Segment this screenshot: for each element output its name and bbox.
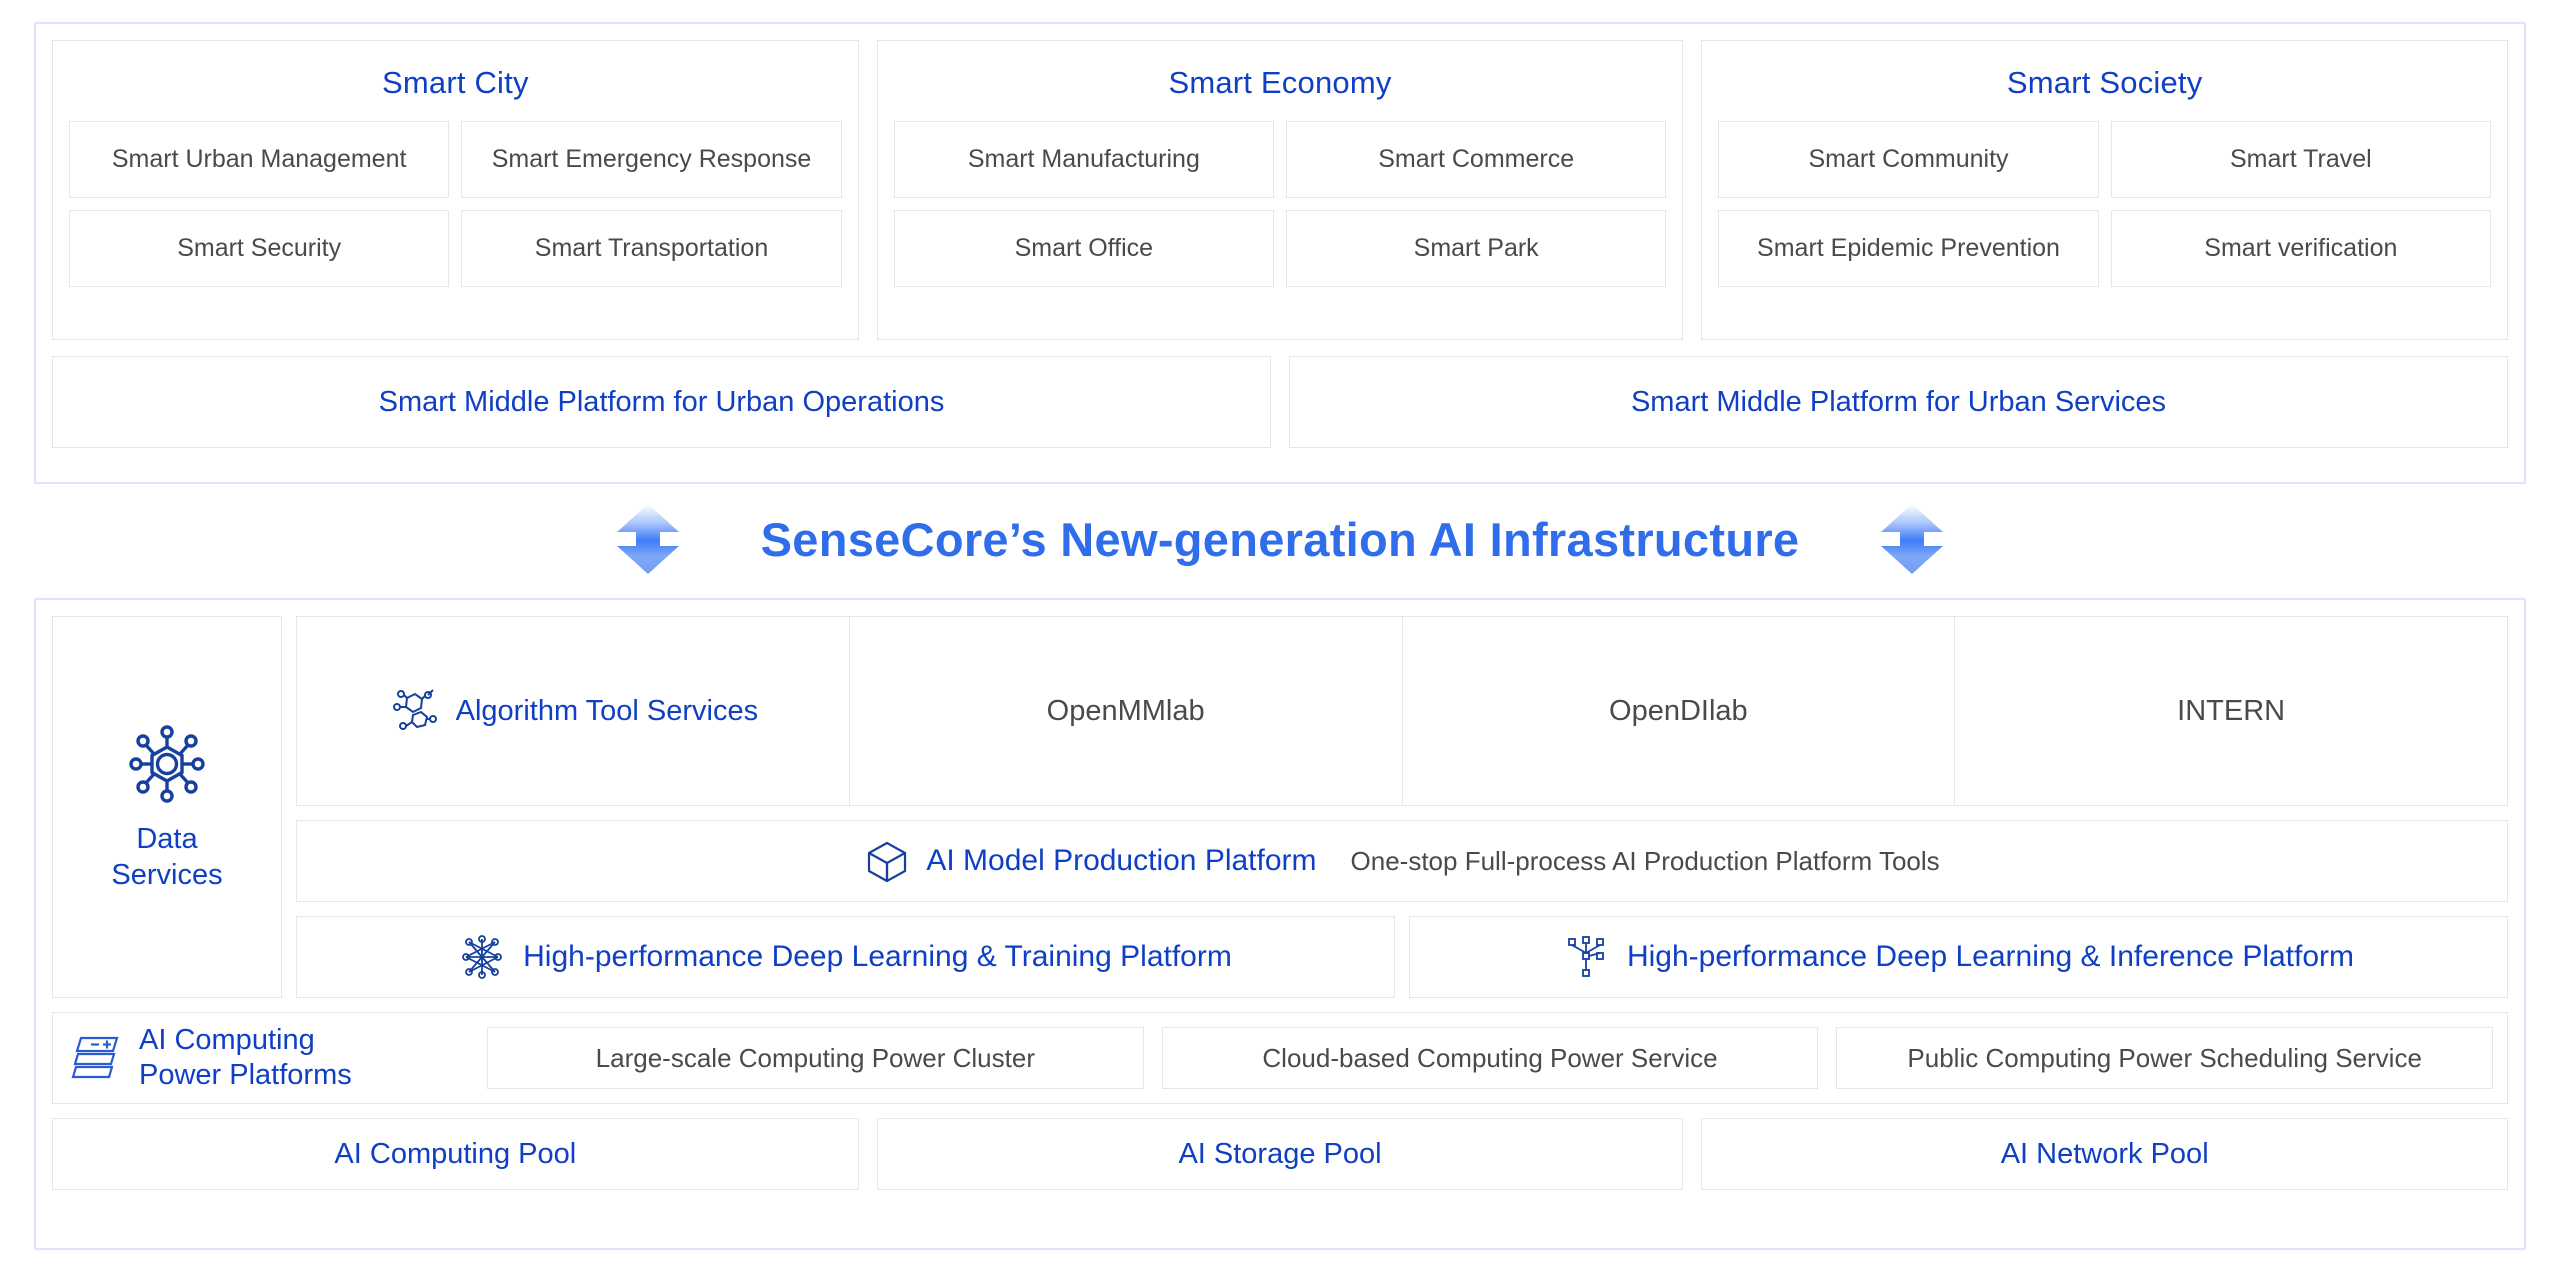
data-services-line2: Services (111, 859, 223, 891)
ai-computing-power-platforms-head: AI Computing Power Platforms (67, 1023, 467, 1093)
infrastructure-layer-panel: Data Services Algorithm Tool Services Op… (34, 598, 2526, 1250)
center-title-band: SenseCore’s New-generation AI Infrastruc… (0, 484, 2560, 594)
ai-network-pool[interactable]: AI Network Pool (1701, 1118, 2509, 1190)
opendilab-cell[interactable]: OpenDIlab (1401, 617, 1955, 805)
computing-power-cells: Large-scale Computing Power Cluster Clou… (487, 1027, 2494, 1089)
computing-power-cell[interactable]: Large-scale Computing Power Cluster (487, 1027, 1144, 1089)
deep-learning-inference-platform[interactable]: High-performance Deep Learning & Inferen… (1409, 916, 2508, 998)
data-services-label: Data Services (111, 821, 222, 894)
cube-icon (864, 838, 910, 884)
domain-cell-grid: Smart Urban Management Smart Emergency R… (69, 121, 842, 287)
domain-cell[interactable]: Smart Park (1286, 210, 1667, 287)
server-stack-icon (67, 1032, 123, 1084)
middle-platform-urban-operations[interactable]: Smart Middle Platform for Urban Operatio… (52, 356, 1271, 448)
domain-cell[interactable]: Smart Travel (2110, 121, 2492, 198)
molecule-icon (388, 685, 440, 737)
high-performance-platform-row: High-performance Deep Learning & Trainin… (296, 916, 2508, 998)
domain-cell[interactable]: Smart Urban Management (69, 121, 450, 198)
compute-head-line2: Power Platforms (139, 1059, 352, 1091)
neural-net-icon (459, 934, 505, 980)
ai-model-production-platform-title-group: AI Model Production Platform (864, 838, 1317, 884)
domain-card-smart-society[interactable]: Smart Society Smart Community Smart Trav… (1701, 40, 2509, 340)
algorithm-tool-services-label: Algorithm Tool Services (455, 694, 759, 727)
domain-cell-grid: Smart Manufacturing Smart Commerce Smart… (893, 121, 1667, 287)
architecture-diagram: Smart City Smart Urban Management Smart … (0, 0, 2560, 1272)
domain-cell[interactable]: Smart verification (2110, 210, 2492, 287)
ai-model-production-platform-row[interactable]: AI Model Production Platform One-stop Fu… (296, 820, 2508, 902)
domain-card-smart-economy[interactable]: Smart Economy Smart Manufacturing Smart … (876, 40, 1684, 340)
ai-computing-pool[interactable]: AI Computing Pool (52, 1118, 859, 1190)
intern-cell[interactable]: INTERN (1954, 617, 2507, 805)
infrastructure-stack: Algorithm Tool Services OpenMMlab OpenDI… (296, 616, 2508, 998)
algorithm-tools-row: Algorithm Tool Services OpenMMlab OpenDI… (296, 616, 2508, 806)
compute-head-line1: AI Computing (139, 1024, 315, 1057)
middle-platform-urban-services[interactable]: Smart Middle Platform for Urban Services (1289, 356, 2508, 448)
algorithm-tool-services-cell[interactable]: Algorithm Tool Services (297, 617, 849, 805)
openmmlab-cell[interactable]: OpenMMlab (848, 617, 1402, 805)
domain-cell[interactable]: Smart Commerce (1286, 121, 1667, 198)
domain-cell[interactable]: Smart Community (1718, 121, 2099, 198)
middle-platform-row: Smart Middle Platform for Urban Operatio… (52, 356, 2508, 448)
domain-row: Smart City Smart Urban Management Smart … (52, 40, 2509, 340)
resource-pool-row: AI Computing Pool AI Storage Pool AI Net… (52, 1118, 2509, 1190)
up-down-arrow-icon (615, 502, 681, 576)
data-services-line1: Data (136, 822, 198, 855)
domain-cell[interactable]: Smart Emergency Response (461, 121, 842, 198)
domain-cell-grid: Smart Community Smart Travel Smart Epide… (1718, 121, 2492, 287)
computing-power-cell[interactable]: Public Computing Power Scheduling Servic… (1836, 1027, 2494, 1089)
domain-cell[interactable]: Smart Transportation (461, 210, 842, 287)
domain-cell[interactable]: Smart Manufacturing (893, 121, 1274, 198)
domain-title: Smart Society (2006, 65, 2203, 100)
ai-model-production-platform-subtitle: One-stop Full-process AI Production Plat… (1350, 845, 1940, 876)
domain-cell[interactable]: Smart Office (893, 210, 1274, 287)
domain-title: Smart Economy (1168, 65, 1392, 100)
ai-computing-power-platforms-row: AI Computing Power Platforms Large-scale… (52, 1012, 2508, 1104)
ai-computing-power-platforms-label: AI Computing Power Platforms (139, 1023, 352, 1093)
deep-learning-training-platform[interactable]: High-performance Deep Learning & Trainin… (296, 916, 1395, 998)
computing-power-cell[interactable]: Cloud-based Computing Power Service (1161, 1027, 1819, 1089)
ai-storage-pool[interactable]: AI Storage Pool (876, 1118, 1684, 1190)
deep-learning-inference-platform-label: High-performance Deep Learning & Inferen… (1626, 940, 2355, 973)
domain-title: Smart City (381, 65, 529, 100)
ai-model-production-platform-label: AI Model Production Platform (926, 844, 1317, 877)
page-title: SenseCore’s New-generation AI Infrastruc… (760, 512, 1800, 566)
infrastructure-upper-row: Data Services Algorithm Tool Services Op… (52, 616, 2508, 998)
deep-learning-training-platform-label: High-performance Deep Learning & Trainin… (523, 940, 1232, 973)
domain-cell[interactable]: Smart Epidemic Prevention (1718, 210, 2099, 287)
up-down-arrow-icon (1879, 502, 1945, 576)
tree-node-icon (1563, 934, 1609, 980)
data-services-card[interactable]: Data Services (52, 616, 282, 998)
hexagon-network-icon (124, 721, 210, 807)
application-layer-panel: Smart City Smart Urban Management Smart … (34, 22, 2526, 484)
domain-cell[interactable]: Smart Security (69, 210, 450, 287)
domain-card-smart-city[interactable]: Smart City Smart Urban Management Smart … (52, 40, 859, 340)
